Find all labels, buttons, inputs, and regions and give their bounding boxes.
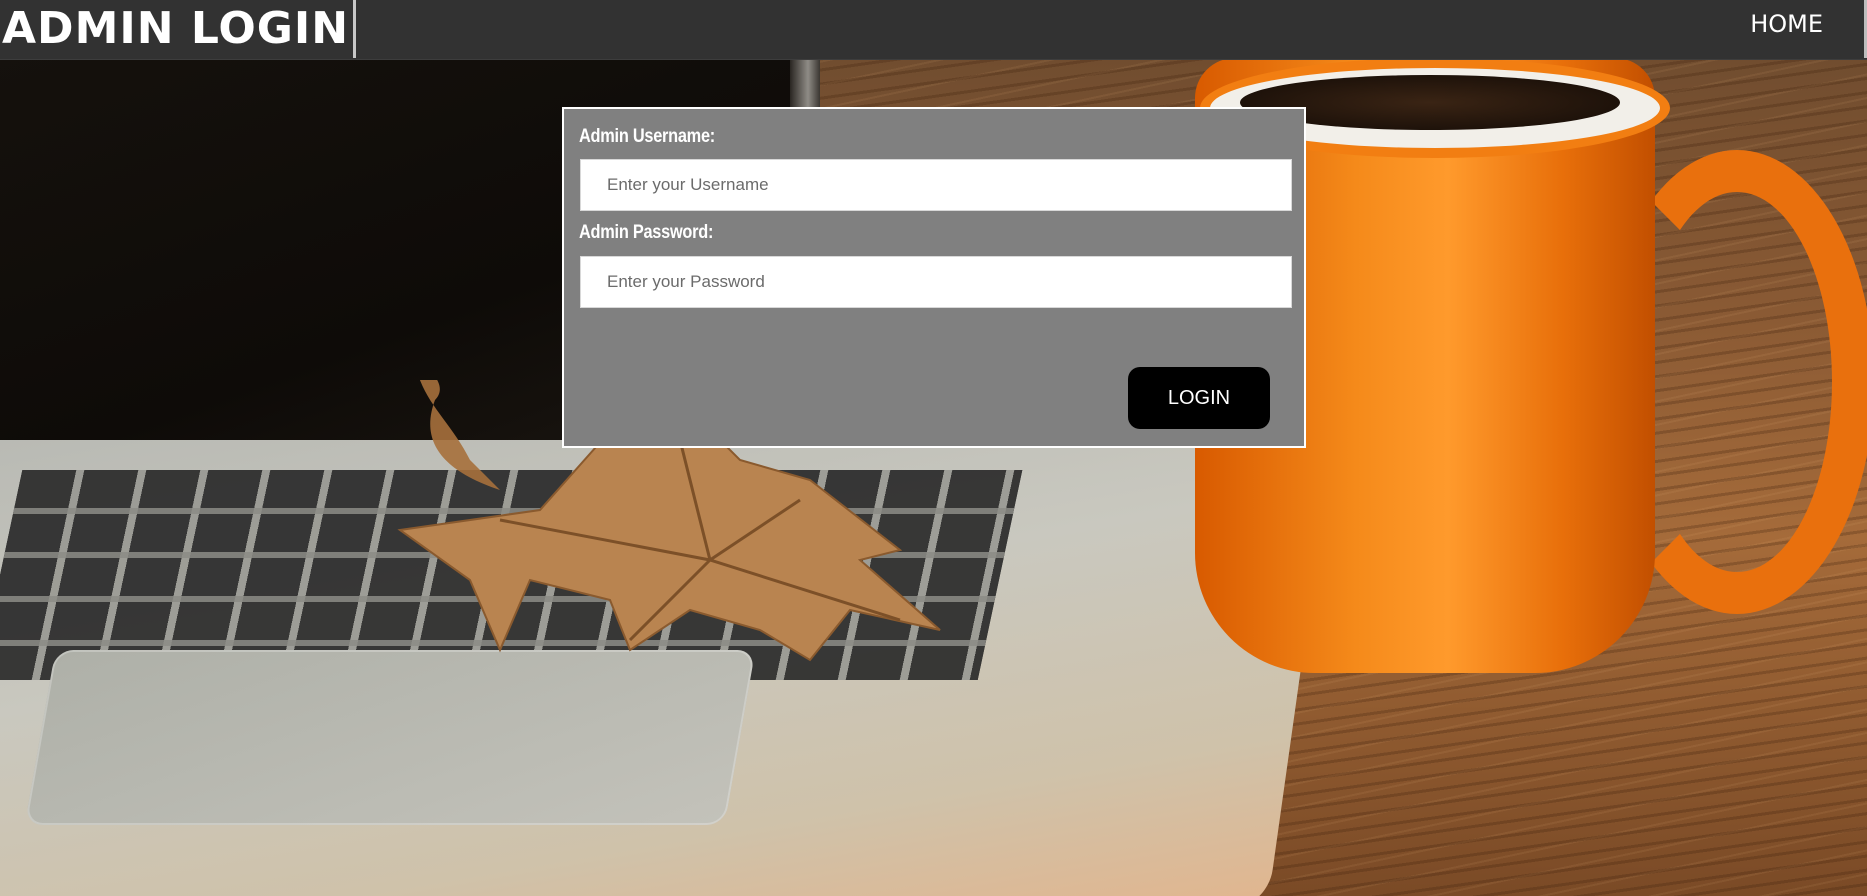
- page-title: ADMIN LOGIN: [0, 0, 357, 58]
- login-button[interactable]: LOGIN: [1128, 367, 1270, 429]
- top-navbar: ADMIN LOGIN HOME: [0, 0, 1867, 60]
- username-input[interactable]: [580, 159, 1292, 211]
- password-label: Admin Password:: [579, 222, 714, 243]
- home-link[interactable]: HOME: [1750, 0, 1823, 48]
- admin-login-form: Admin Username: Admin Password: LOGIN: [562, 107, 1306, 448]
- password-input[interactable]: [580, 256, 1292, 308]
- username-label: Admin Username:: [579, 126, 715, 147]
